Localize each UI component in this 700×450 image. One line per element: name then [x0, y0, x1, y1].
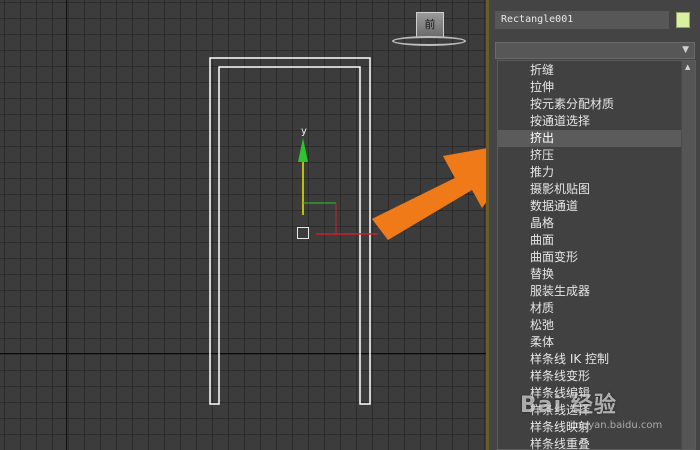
- modifier-list-item[interactable]: 柔体: [498, 334, 681, 351]
- modifier-list-item[interactable]: 按元素分配材质: [498, 96, 681, 113]
- perspective-viewport[interactable]: 前 y: [0, 0, 486, 450]
- modifier-list-item[interactable]: 数据通道: [498, 198, 681, 215]
- watermark-logo: Bai 经验: [520, 387, 617, 419]
- modifier-list-item[interactable]: 摄影机贴图: [498, 181, 681, 198]
- modifier-list-item[interactable]: 按通道选择: [498, 113, 681, 130]
- modifier-list-scrollbar[interactable]: ▲: [681, 61, 695, 449]
- modifier-list-item[interactable]: 替换: [498, 266, 681, 283]
- watermark-text: Bai 经验: [520, 393, 617, 418]
- modifier-list-item[interactable]: 服装生成器: [498, 283, 681, 300]
- modifier-list-item[interactable]: 拉伸: [498, 79, 681, 96]
- modifier-list-item[interactable]: 样条线重叠: [498, 436, 681, 449]
- orange-annotation-arrow: [372, 149, 486, 238]
- modifier-list-item[interactable]: 样条线 IK 控制: [498, 351, 681, 368]
- modifier-list-item[interactable]: 推力: [498, 164, 681, 181]
- modifier-list-item[interactable]: 晶格: [498, 215, 681, 232]
- modifier-list-item[interactable]: 材质: [498, 300, 681, 317]
- watermark-url: jingyan.baidu.com: [570, 420, 663, 431]
- modifier-list-dropdown[interactable]: ▼: [495, 42, 695, 59]
- command-panel: Rectangle001 ▼ 折缝 拉伸 按元素分配材质 按通道选择 挤出 挤压 推力 摄影机…: [489, 0, 700, 450]
- modifier-list-item[interactable]: 曲面: [498, 232, 681, 249]
- modifier-list-item[interactable]: 挤压: [498, 147, 681, 164]
- object-name-field[interactable]: Rectangle001: [495, 11, 669, 29]
- scroll-up-arrow-icon[interactable]: ▲: [685, 63, 690, 71]
- modifier-list-item[interactable]: 曲面变形: [498, 249, 681, 266]
- modifier-list-item[interactable]: 样条线变形: [498, 368, 681, 385]
- modifier-list-item[interactable]: 折缝: [498, 62, 681, 79]
- object-color-swatch[interactable]: [676, 12, 690, 28]
- modifier-list-item[interactable]: 松弛: [498, 317, 681, 334]
- chevron-down-icon[interactable]: ▼: [682, 45, 689, 55]
- modifier-list-item[interactable]: 挤出: [498, 130, 681, 147]
